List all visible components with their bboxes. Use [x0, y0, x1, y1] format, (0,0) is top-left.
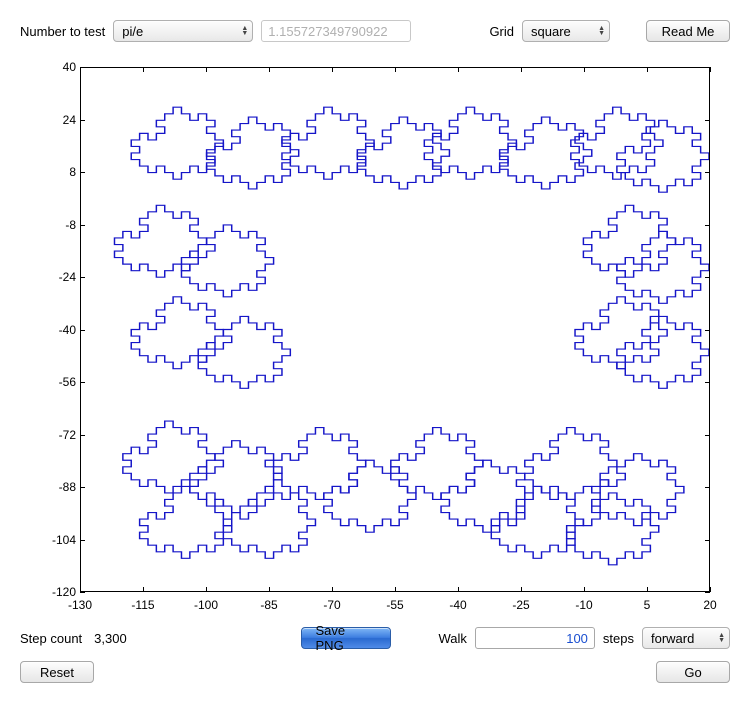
- x-tick-mark: [395, 67, 396, 72]
- y-tick-mark: [705, 435, 710, 436]
- x-tick-label: 20: [703, 598, 716, 612]
- number-to-test-value: pi/e: [122, 24, 143, 39]
- x-tick-mark: [521, 587, 522, 592]
- reset-button[interactable]: Reset: [20, 661, 94, 683]
- y-tick-mark: [705, 592, 710, 593]
- y-tick-label: -56: [30, 375, 76, 389]
- grid-label: Grid: [489, 24, 514, 39]
- y-tick-label: -24: [30, 270, 76, 284]
- updown-icon: ▲▼: [598, 26, 605, 36]
- x-tick-label: -25: [512, 598, 529, 612]
- x-tick-mark: [710, 67, 711, 72]
- x-tick-mark: [269, 587, 270, 592]
- y-tick-label: -120: [30, 585, 76, 599]
- y-tick-mark: [705, 225, 710, 226]
- x-tick-mark: [647, 67, 648, 72]
- walk-label: Walk: [439, 631, 467, 646]
- step-count-value: 3,300: [94, 631, 127, 646]
- x-tick-mark: [206, 587, 207, 592]
- y-tick-mark: [705, 382, 710, 383]
- y-tick-mark: [80, 172, 85, 173]
- y-tick-mark: [705, 487, 710, 488]
- y-tick-mark: [80, 330, 85, 331]
- y-tick-mark: [705, 330, 710, 331]
- y-tick-mark: [705, 172, 710, 173]
- x-tick-label: -40: [449, 598, 466, 612]
- chart: -120-104-88-72-56-40-24-882440-130-115-1…: [30, 62, 720, 622]
- y-tick-label: -72: [30, 428, 76, 442]
- grid-select[interactable]: square ▲▼: [522, 20, 610, 42]
- x-tick-mark: [206, 67, 207, 72]
- number-to-test-select[interactable]: pi/e ▲▼: [113, 20, 253, 42]
- direction-select-value: forward: [651, 631, 694, 646]
- x-tick-mark: [269, 67, 270, 72]
- x-tick-label: -70: [323, 598, 340, 612]
- updown-icon: ▲▼: [718, 633, 725, 643]
- y-tick-mark: [80, 435, 85, 436]
- x-tick-mark: [710, 587, 711, 592]
- x-tick-mark: [521, 67, 522, 72]
- y-tick-mark: [80, 382, 85, 383]
- x-tick-label: -115: [131, 598, 154, 612]
- x-tick-mark: [80, 67, 81, 72]
- y-tick-mark: [80, 592, 85, 593]
- x-tick-mark: [584, 67, 585, 72]
- x-tick-label: -85: [260, 598, 277, 612]
- y-tick-label: -8: [30, 218, 76, 232]
- y-tick-label: -104: [30, 533, 76, 547]
- x-tick-mark: [395, 587, 396, 592]
- y-tick-label: -88: [30, 480, 76, 494]
- y-tick-mark: [705, 540, 710, 541]
- x-tick-mark: [647, 587, 648, 592]
- step-count-label: Step count: [20, 631, 82, 646]
- y-tick-label: 8: [30, 165, 76, 179]
- x-tick-mark: [458, 67, 459, 72]
- direction-select[interactable]: forward ▲▼: [642, 627, 730, 649]
- y-tick-mark: [80, 225, 85, 226]
- x-tick-label: -130: [68, 598, 92, 612]
- y-tick-mark: [705, 120, 710, 121]
- y-tick-mark: [80, 540, 85, 541]
- x-tick-mark: [143, 67, 144, 72]
- x-tick-mark: [143, 587, 144, 592]
- x-tick-label: -10: [575, 598, 592, 612]
- x-tick-label: -55: [386, 598, 403, 612]
- updown-icon: ▲▼: [241, 26, 248, 36]
- y-tick-mark: [705, 277, 710, 278]
- number-value-field: 1.155727349790922: [261, 20, 411, 42]
- y-tick-label: 24: [30, 113, 76, 127]
- y-tick-label: 40: [30, 60, 76, 74]
- steps-label: steps: [603, 631, 634, 646]
- y-tick-label: -40: [30, 323, 76, 337]
- plot-frame: [80, 67, 710, 592]
- x-tick-mark: [458, 587, 459, 592]
- read-me-button[interactable]: Read Me: [646, 20, 730, 42]
- walk-path: [81, 68, 709, 591]
- x-tick-label: 5: [644, 598, 651, 612]
- y-tick-mark: [80, 487, 85, 488]
- x-tick-mark: [584, 587, 585, 592]
- save-png-button[interactable]: Save PNG: [301, 627, 391, 649]
- walk-steps-input[interactable]: [475, 627, 595, 649]
- x-tick-mark: [80, 587, 81, 592]
- y-tick-mark: [80, 277, 85, 278]
- x-tick-label: -100: [194, 598, 218, 612]
- grid-select-value: square: [531, 24, 571, 39]
- x-tick-mark: [332, 67, 333, 72]
- go-button[interactable]: Go: [656, 661, 730, 683]
- y-tick-mark: [80, 120, 85, 121]
- number-to-test-label: Number to test: [20, 24, 105, 39]
- x-tick-mark: [332, 587, 333, 592]
